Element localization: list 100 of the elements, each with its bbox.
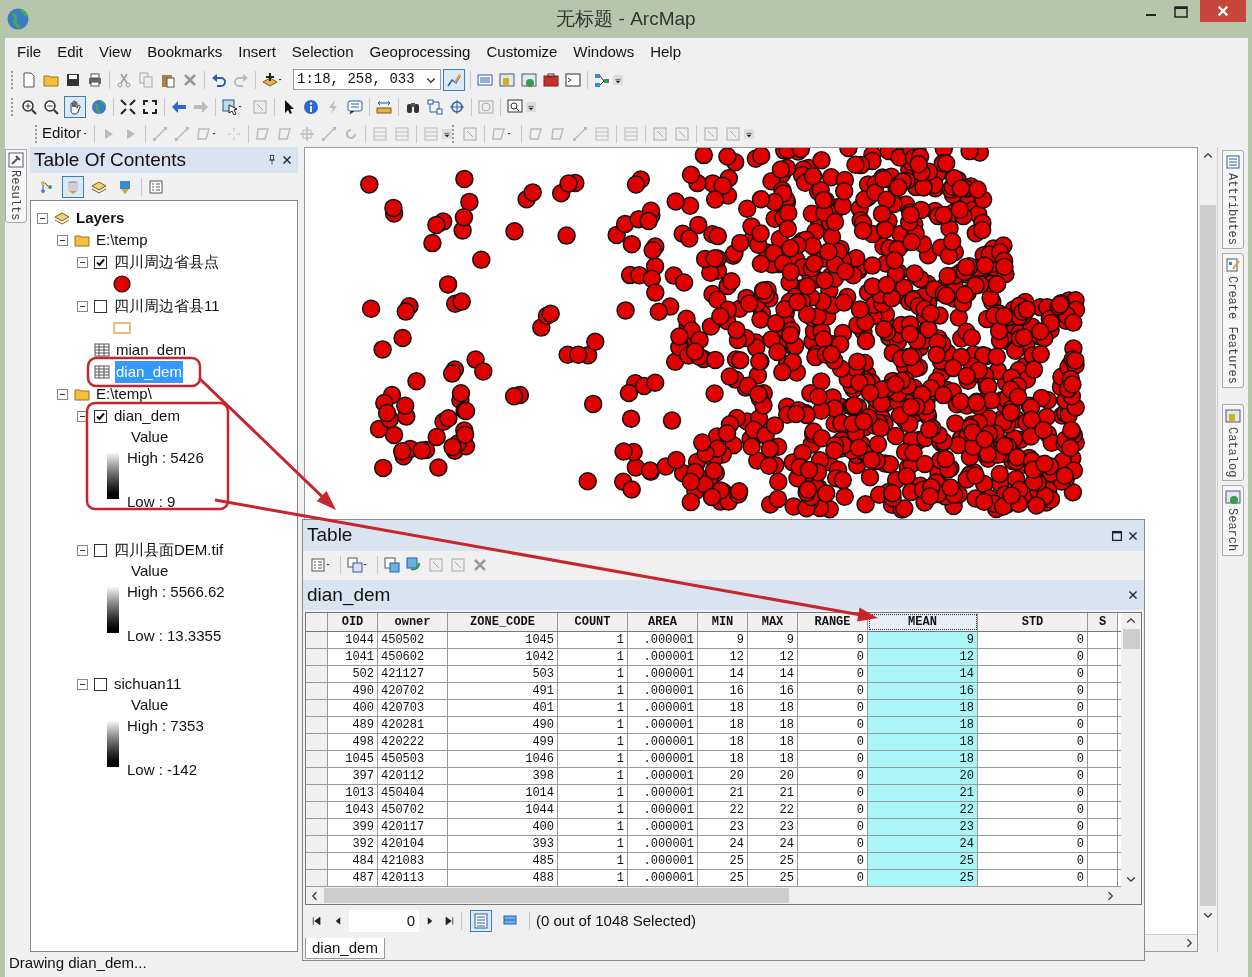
polygon-icon[interactable]	[196, 125, 213, 142]
magnifier-window-icon[interactable]	[507, 98, 523, 115]
collapse-icon[interactable]	[77, 256, 88, 268]
polygon-icon[interactable]	[550, 125, 567, 142]
identify-icon[interactable]	[303, 98, 319, 115]
scale-dropdown[interactable]: 1:18, 258, 033	[293, 69, 441, 90]
last-record-icon[interactable]	[443, 915, 455, 927]
row-selector[interactable]	[306, 717, 328, 733]
square-icon[interactable]	[462, 125, 479, 142]
model-builder-icon[interactable]	[594, 71, 610, 88]
column-header[interactable]: MAX	[748, 613, 798, 631]
menu-item[interactable]: Selection	[291, 40, 354, 64]
tree-item[interactable]: 四川县面DEM.tif	[113, 538, 225, 562]
checkbox[interactable]	[94, 543, 107, 557]
switch-selection-icon[interactable]	[406, 556, 422, 573]
time-slider-icon[interactable]	[478, 98, 494, 115]
scrollbar-thumb[interactable]	[324, 888, 789, 903]
row-selector[interactable]	[306, 649, 328, 665]
zoom-out-icon[interactable]	[43, 98, 59, 115]
column-header[interactable]: MIN	[698, 613, 748, 631]
collapse-icon[interactable]	[77, 410, 88, 422]
crosshair-icon[interactable]	[449, 98, 465, 115]
measure-icon[interactable]	[376, 98, 392, 115]
row-selector[interactable]	[306, 802, 328, 818]
column-header[interactable]: OID	[328, 613, 378, 631]
tree-item[interactable]: 四川周边省县点	[113, 250, 220, 274]
dock-tab[interactable]: Catalog	[1222, 404, 1244, 482]
record-field[interactable]: 0	[349, 910, 419, 932]
maximize-icon[interactable]	[1174, 6, 1188, 18]
checkbox[interactable]	[94, 677, 107, 691]
column-header[interactable]: owner	[378, 613, 448, 631]
related-tables-icon[interactable]	[347, 556, 363, 573]
tree-item[interactable]: E:\temp\	[95, 382, 153, 406]
scrollbar-thumb[interactable]	[1122, 629, 1140, 649]
redo-icon[interactable]	[233, 71, 249, 88]
zoom-in-icon[interactable]	[21, 98, 37, 115]
maximize-icon[interactable]	[1110, 528, 1124, 543]
menu-item[interactable]: Customize	[486, 40, 558, 64]
line-segment-icon[interactable]	[174, 125, 191, 142]
copy-icon[interactable]	[138, 71, 154, 88]
checkbox[interactable]	[94, 255, 107, 269]
menu-item[interactable]: Edit	[57, 40, 84, 64]
dock-tab[interactable]: Results	[5, 149, 27, 224]
row-selector[interactable]	[306, 785, 328, 801]
menu-item[interactable]: Geoprocessing	[369, 40, 471, 64]
table-tab[interactable]: dian_dem	[305, 938, 385, 959]
pin-icon[interactable]	[266, 154, 278, 166]
clear-selection-icon[interactable]	[252, 98, 268, 115]
square-icon[interactable]	[674, 125, 691, 142]
scissors-icon[interactable]	[116, 71, 132, 88]
menu-item[interactable]: Insert	[238, 40, 276, 64]
dotted-cross-icon[interactable]	[226, 125, 243, 142]
row-selector[interactable]	[306, 819, 328, 835]
checkbox[interactable]	[94, 409, 107, 423]
save-icon[interactable]	[65, 71, 81, 88]
forward-arrow-icon[interactable]	[193, 98, 209, 115]
collapse-icon[interactable]	[77, 544, 88, 556]
polygon-icon[interactable]	[491, 125, 508, 142]
menu-item[interactable]: Bookmarks	[147, 40, 223, 64]
tree-item[interactable]: E:\temp	[95, 228, 149, 252]
delete-icon[interactable]	[472, 556, 488, 573]
globe-icon[interactable]	[91, 98, 107, 115]
dock-tab[interactable]: Create Features	[1222, 253, 1244, 389]
row-selector[interactable]	[306, 700, 328, 716]
dock-tab[interactable]: Attributes	[1222, 150, 1244, 249]
row-selector[interactable]	[306, 683, 328, 699]
column-header[interactable]: COUNT	[558, 613, 628, 631]
row-selector[interactable]	[306, 751, 328, 767]
polygon-icon[interactable]	[255, 125, 272, 142]
tree-item[interactable]: sichuan11	[113, 672, 183, 696]
menu-item[interactable]: Help	[650, 40, 682, 64]
row-selector[interactable]	[306, 632, 328, 648]
popup-icon[interactable]	[347, 98, 363, 115]
options-icon[interactable]	[148, 178, 164, 195]
checkbox[interactable]	[94, 299, 107, 313]
undo-icon[interactable]	[211, 71, 227, 88]
collapse-icon[interactable]	[37, 212, 48, 224]
collapse-icon[interactable]	[77, 678, 88, 690]
collapse-icon[interactable]	[57, 234, 68, 246]
column-header[interactable]: RANGE	[798, 613, 868, 631]
column-header[interactable]: STD	[978, 613, 1088, 631]
catalog-icon[interactable]	[499, 71, 515, 88]
column-header[interactable]: AREA	[628, 613, 698, 631]
clear-selection-icon[interactable]	[428, 556, 444, 573]
polygon-icon[interactable]	[277, 125, 294, 142]
header-corner[interactable]	[306, 613, 328, 631]
line-segment-icon[interactable]	[572, 125, 589, 142]
fixed-zoom-in-icon[interactable]	[120, 98, 136, 115]
row-selector[interactable]	[306, 768, 328, 784]
search-window-icon[interactable]	[521, 71, 537, 88]
row-selector[interactable]	[306, 853, 328, 869]
dock-tab[interactable]: Search	[1222, 485, 1244, 556]
polygon-icon[interactable]	[528, 125, 545, 142]
line-segment-icon[interactable]	[321, 125, 338, 142]
menu-item[interactable]: Windows	[573, 40, 635, 64]
zoom-to-selected-icon[interactable]	[450, 556, 466, 573]
editor-menu[interactable]: Editor	[42, 122, 82, 145]
select-by-attributes-icon[interactable]	[384, 556, 400, 573]
fixed-zoom-out-icon[interactable]	[142, 98, 158, 115]
tree-item[interactable]: mian_dem	[115, 338, 188, 362]
